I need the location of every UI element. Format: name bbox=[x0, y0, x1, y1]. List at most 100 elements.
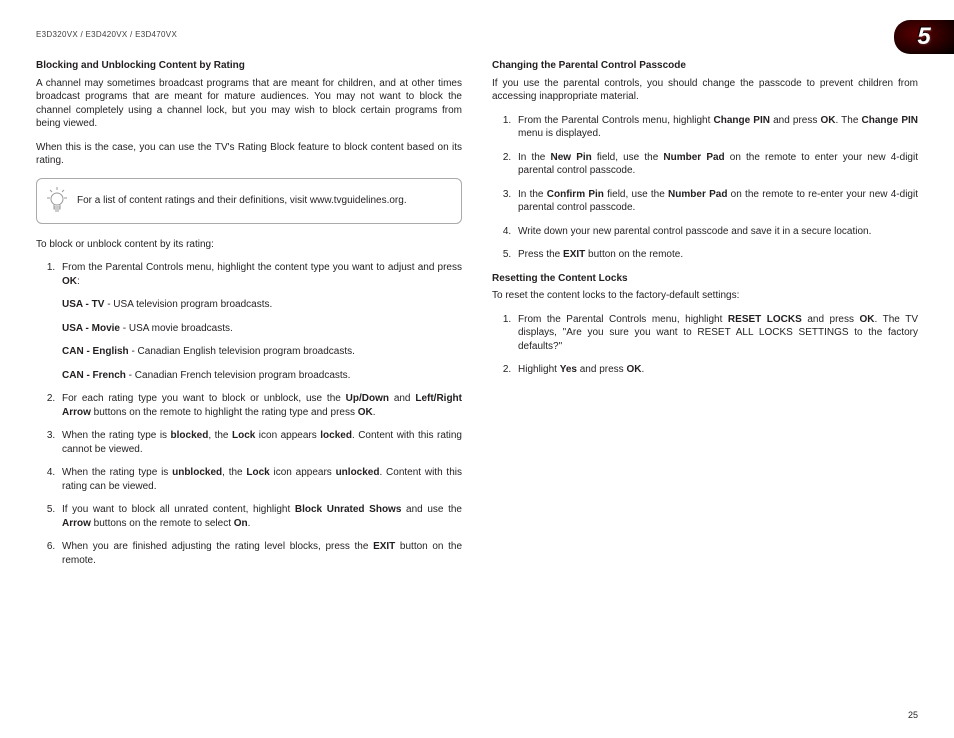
tip-text: For a list of content ratings and their … bbox=[77, 194, 407, 208]
para-intro-1: A channel may sometimes broadcast progra… bbox=[36, 77, 462, 131]
pstep-5: Press the EXIT button on the remote. bbox=[514, 248, 918, 262]
t: , the bbox=[208, 430, 232, 441]
type-name: CAN - French bbox=[62, 370, 126, 381]
right-column: Changing the Parental Control Passcode I… bbox=[492, 59, 918, 577]
reset-locks-label: RESET LOCKS bbox=[728, 314, 802, 325]
ok-label: OK bbox=[860, 314, 875, 325]
type-usa-tv: USA - TV - USA television program broadc… bbox=[62, 298, 462, 312]
change-pin-label: Change PIN bbox=[862, 115, 918, 126]
t: and press bbox=[802, 314, 860, 325]
type-desc: - Canadian English television program br… bbox=[129, 346, 355, 357]
type-desc: - Canadian French television program bro… bbox=[126, 370, 351, 381]
step1-b: : bbox=[77, 276, 80, 287]
type-name: USA - Movie bbox=[62, 323, 120, 334]
confirm-pin-label: Confirm Pin bbox=[547, 189, 604, 200]
t: . bbox=[248, 518, 251, 529]
step1-a: From the Parental Controls menu, highlig… bbox=[62, 262, 462, 273]
page: 5 E3D320VX / E3D420VX / E3D470VX Blockin… bbox=[0, 0, 954, 738]
heading-reset-locks: Resetting the Content Locks bbox=[492, 272, 918, 286]
step-1: From the Parental Controls menu, highlig… bbox=[58, 261, 462, 382]
change-pin-label: Change PIN bbox=[713, 115, 769, 126]
type-desc: - USA television program broadcasts. bbox=[104, 299, 272, 310]
t: menu is displayed. bbox=[518, 128, 601, 139]
t: From the Parental Controls menu, highlig… bbox=[518, 314, 728, 325]
page-number: 25 bbox=[908, 710, 918, 720]
t: and bbox=[389, 393, 415, 404]
pstep-4: Write down your new parental control pas… bbox=[514, 225, 918, 239]
t: In the bbox=[518, 189, 547, 200]
left-column: Blocking and Unblocking Content by Ratin… bbox=[36, 59, 462, 577]
rstep-2: Highlight Yes and press OK. bbox=[514, 363, 918, 377]
t: buttons on the remote to highlight the r… bbox=[91, 407, 358, 418]
number-pad-label: Number Pad bbox=[668, 189, 727, 200]
locked-label: locked bbox=[320, 430, 352, 441]
t: When the rating type is bbox=[62, 430, 171, 441]
unlocked-label: unlocked bbox=[336, 467, 380, 478]
lightbulb-icon bbox=[47, 187, 67, 215]
t: When you are finished adjusting the rati… bbox=[62, 541, 373, 552]
t: Press the bbox=[518, 249, 563, 260]
exit-label: EXIT bbox=[373, 541, 395, 552]
model-line: E3D320VX / E3D420VX / E3D470VX bbox=[36, 30, 918, 39]
type-can-english: CAN - English - Canadian English televis… bbox=[62, 345, 462, 359]
t: buttons on the remote to select bbox=[91, 518, 234, 529]
type-usa-movie: USA - Movie - USA movie broadcasts. bbox=[62, 322, 462, 336]
step-3: When the rating type is blocked, the Loc… bbox=[58, 429, 462, 456]
t: icon appears bbox=[255, 430, 320, 441]
chapter-number: 5 bbox=[917, 23, 930, 51]
unblocked-label: unblocked bbox=[172, 467, 222, 478]
step-6: When you are finished adjusting the rati… bbox=[58, 540, 462, 567]
chapter-badge: 5 bbox=[894, 20, 954, 54]
step-2: For each rating type you want to block o… bbox=[58, 392, 462, 419]
t: and press bbox=[577, 364, 626, 375]
steps-passcode: From the Parental Controls menu, highlig… bbox=[514, 114, 918, 262]
ok-label: OK bbox=[358, 407, 373, 418]
arrow-label: Arrow bbox=[62, 518, 91, 529]
type-can-french: CAN - French - Canadian French televisio… bbox=[62, 369, 462, 383]
lock-label: Lock bbox=[232, 430, 255, 441]
on-label: On bbox=[234, 518, 248, 529]
t: Highlight bbox=[518, 364, 560, 375]
blocked-label: blocked bbox=[171, 430, 209, 441]
block-unrated-label: Block Unrated Shows bbox=[295, 504, 402, 515]
type-desc: - USA movie broadcasts. bbox=[120, 323, 233, 334]
t: button on the remote. bbox=[585, 249, 683, 260]
t: If you want to block all unrated content… bbox=[62, 504, 295, 515]
t: When the rating type is bbox=[62, 467, 172, 478]
exit-label: EXIT bbox=[563, 249, 585, 260]
step-5: If you want to block all unrated content… bbox=[58, 503, 462, 530]
ok-label: OK bbox=[626, 364, 641, 375]
steps-reset: From the Parental Controls menu, highlig… bbox=[514, 313, 918, 377]
columns: Blocking and Unblocking Content by Ratin… bbox=[36, 59, 918, 577]
type-name: CAN - English bbox=[62, 346, 129, 357]
rstep-1: From the Parental Controls menu, highlig… bbox=[514, 313, 918, 354]
pstep-1: From the Parental Controls menu, highlig… bbox=[514, 114, 918, 141]
t: , the bbox=[222, 467, 246, 478]
new-pin-label: New Pin bbox=[551, 152, 592, 163]
type-name: USA - TV bbox=[62, 299, 104, 310]
pstep-3: In the Confirm Pin field, use the Number… bbox=[514, 188, 918, 215]
updown-label: Up/Down bbox=[346, 393, 389, 404]
t: . The bbox=[835, 115, 861, 126]
number-pad-label: Number Pad bbox=[663, 152, 724, 163]
t: . bbox=[641, 364, 644, 375]
t: icon appears bbox=[270, 467, 336, 478]
pstep-2: In the New Pin field, use the Number Pad… bbox=[514, 151, 918, 178]
t: and press bbox=[770, 115, 821, 126]
yes-label: Yes bbox=[560, 364, 577, 375]
t: and use the bbox=[401, 504, 462, 515]
ok-label: OK bbox=[62, 276, 77, 287]
para-lead: To block or unblock content by its ratin… bbox=[36, 238, 462, 252]
para-intro-2: When this is the case, you can use the T… bbox=[36, 141, 462, 168]
step-4: When the rating type is unblocked, the L… bbox=[58, 466, 462, 493]
t: field, use the bbox=[604, 189, 668, 200]
t: . bbox=[373, 407, 376, 418]
steps-blocking: From the Parental Controls menu, highlig… bbox=[58, 261, 462, 567]
heading-blocking: Blocking and Unblocking Content by Ratin… bbox=[36, 59, 462, 73]
t: In the bbox=[518, 152, 551, 163]
t: field, use the bbox=[592, 152, 664, 163]
para-reset-intro: To reset the content locks to the factor… bbox=[492, 289, 918, 303]
heading-changing-passcode: Changing the Parental Control Passcode bbox=[492, 59, 918, 73]
para-passcode-intro: If you use the parental controls, you sh… bbox=[492, 77, 918, 104]
content-types: USA - TV - USA television program broadc… bbox=[62, 298, 462, 382]
